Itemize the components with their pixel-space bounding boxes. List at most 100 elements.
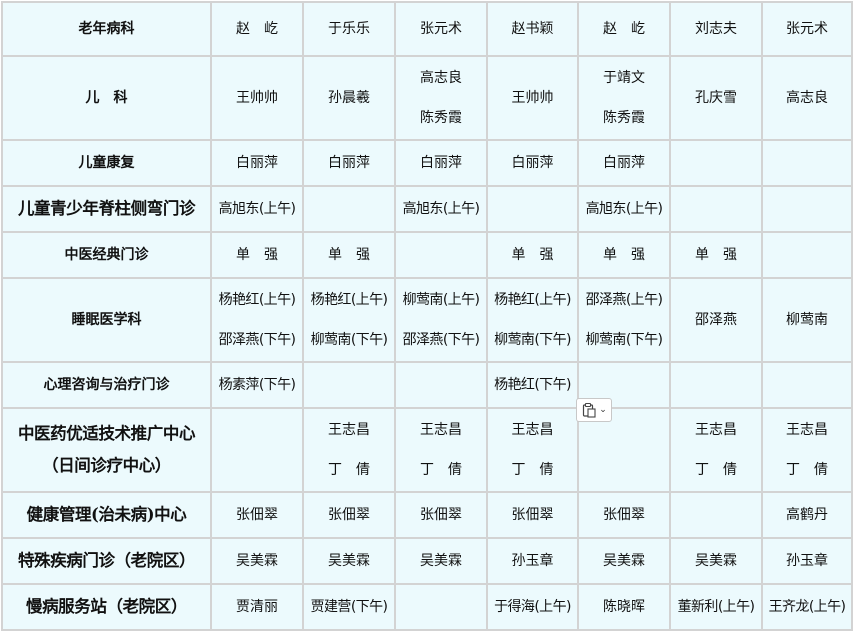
schedule-cell: 孙玉章 [486, 537, 579, 585]
doctor-name: 邵泽燕 [695, 312, 737, 328]
schedule-cell [761, 361, 853, 409]
doctor-name: 王帅帅 [511, 90, 554, 106]
doctor-name: 董新利(上午) [677, 599, 755, 615]
schedule-cell: 孙晨羲 [302, 55, 396, 141]
doctor-name: 吴美霖 [603, 553, 645, 569]
doctor-name: 王志昌 [420, 422, 462, 438]
department-name-line: 儿童青少年脊柱侧弯门诊 [17, 199, 196, 218]
schedule-cell: 王志昌丁 倩 [669, 407, 763, 493]
table-row: 儿童康复 白丽萍 白丽萍 白丽萍 白丽萍 白丽萍 [1, 139, 853, 187]
doctor-name: 柳莺南(下午) [585, 332, 663, 348]
schedule-cell: 吴美霖 [577, 537, 671, 585]
table-row: 健康管理(治未病)中心 张佃翠 张佃翠 张佃翠 张佃翠 张佃翠 高鹤丹 [1, 491, 853, 539]
doctor-name: 孙玉章 [511, 553, 554, 569]
schedule-cell: 王齐龙(上午) [761, 583, 853, 631]
schedule-cell: 张元术 [761, 1, 853, 57]
doctor-name: 高旭东(上午) [218, 201, 296, 217]
department-name-line: 健康管理(治未病)中心 [26, 505, 187, 524]
doctor-name: 王志昌 [328, 422, 370, 438]
department-name-line: 中医经典门诊 [64, 247, 149, 263]
doctor-name: 单 强 [603, 247, 645, 263]
department-name-line: 特殊疾病门诊（老院区） [17, 551, 196, 570]
schedule-cell: 赵 屹 [210, 1, 304, 57]
schedule-cell: 邵泽燕 [669, 277, 763, 363]
schedule-cell [394, 583, 488, 631]
schedule-cell: 于乐乐 [302, 1, 396, 57]
schedule-cell: 吴美霖 [394, 537, 488, 585]
doctor-name: 张佃翠 [236, 507, 278, 523]
doctor-name: 杨艳红(上午) [310, 292, 388, 308]
schedule-cell [669, 185, 763, 233]
schedule-cell: 王志昌丁 倩 [486, 407, 579, 493]
doctor-name: 杨艳红(上午) [218, 292, 296, 308]
schedule-cell: 吴美霖 [669, 537, 763, 585]
doctor-name: 吴美霖 [420, 553, 462, 569]
department-name: 老年病科 [1, 1, 212, 57]
department-name: 中医经典门诊 [1, 231, 212, 279]
schedule-cell: 张佃翠 [486, 491, 579, 539]
doctor-name: 王帅帅 [236, 90, 278, 106]
department-name: 儿童康复 [1, 139, 212, 187]
doctor-name: 于乐乐 [328, 21, 370, 37]
schedule-cell [669, 139, 763, 187]
schedule-cell: 贾建营(下午) [302, 583, 396, 631]
doctor-name: 白丽萍 [603, 155, 645, 171]
schedule-cell: 柳莺南 [761, 277, 853, 363]
schedule-cell: 柳莺南(上午) 邵泽燕(下午) [394, 277, 488, 363]
doctor-name: 王志昌 [695, 422, 737, 438]
doctor-name: 王志昌 [511, 422, 554, 438]
department-name: 健康管理(治未病)中心 [1, 491, 212, 539]
schedule-cell: 白丽萍 [210, 139, 304, 187]
schedule-cell: 高志良 陈秀霞 [394, 55, 488, 141]
schedule-cell [210, 407, 304, 493]
schedule-cell [302, 361, 396, 409]
schedule-cell: 邵泽燕(上午) 柳莺南(下午) [577, 277, 671, 363]
schedule-cell: 白丽萍 [577, 139, 671, 187]
doctor-name: 丁 倩 [420, 462, 462, 478]
schedule-cell: 高旭东(上午) [394, 185, 488, 233]
table-row: 儿 科 王帅帅 孙晨羲 高志良 陈秀霞 王帅帅 于靖文 陈秀霞 孔庆雪 高志良 [1, 55, 853, 141]
doctor-name: 邵泽燕(上午) [585, 292, 663, 308]
doctor-name: 柳莺南(下午) [310, 332, 388, 348]
schedule-cell: 张元术 [394, 1, 488, 57]
schedule-cell: 白丽萍 [394, 139, 488, 187]
schedule-cell: 于得海(上午) [486, 583, 579, 631]
doctor-name: 孙玉章 [786, 553, 828, 569]
doctor-name: 张佃翠 [511, 507, 554, 523]
doctor-name: 王志昌 [786, 422, 828, 438]
department-name: 心理咨询与治疗门诊 [1, 361, 212, 409]
schedule-cell [302, 185, 396, 233]
schedule-cell: 白丽萍 [486, 139, 579, 187]
schedule-cell: 董新利(上午) [669, 583, 763, 631]
schedule-cell: 张佃翠 [302, 491, 396, 539]
doctor-name: 张元术 [786, 21, 828, 37]
doctor-name: 张佃翠 [420, 507, 462, 523]
doctor-name: 赵 屹 [236, 21, 278, 37]
table-row: 中医药优适技术推广中心 （日间诊疗中心） 王志昌丁 倩王志昌丁 倩王志昌丁 倩王志昌… [1, 407, 853, 493]
department-name-line: 中医药优适技术推广中心 [17, 424, 196, 443]
doctor-name: 于得海(上午) [494, 599, 571, 615]
schedule-cell: 陈晓晖 [577, 583, 671, 631]
paste-options-button[interactable]: ⌄ [576, 398, 612, 422]
doctor-name: 单 强 [511, 247, 554, 263]
department-name-line: 慢病服务站（老院区） [25, 597, 187, 616]
doctor-name: 孙晨羲 [328, 90, 370, 106]
doctor-name: 张佃翠 [603, 507, 645, 523]
schedule-cell: 王志昌丁 倩 [394, 407, 488, 493]
schedule-cell: 吴美霖 [210, 537, 304, 585]
doctor-name: 白丽萍 [328, 155, 370, 171]
doctor-name: 白丽萍 [236, 155, 278, 171]
schedule-cell: 杨艳红(上午) 柳莺南(下午) [302, 277, 396, 363]
doctor-name: 高旭东(上午) [585, 201, 663, 217]
schedule-cell: 张佃翠 [577, 491, 671, 539]
doctor-name: 杨艳红(上午) [494, 292, 571, 308]
schedule-cell: 高旭东(上午) [577, 185, 671, 233]
schedule-cell [394, 231, 488, 279]
doctor-name: 单 强 [695, 247, 737, 263]
schedule-cell: 单 强 [486, 231, 579, 279]
schedule-cell: 刘志夫 [669, 1, 763, 57]
table-row: 中医经典门诊 单 强 单 强 单 强 单 强 单 强 [1, 231, 853, 279]
schedule-cell: 赵书颖 [486, 1, 579, 57]
schedule-cell: 王志昌丁 倩 [302, 407, 396, 493]
doctor-name: 陈秀霞 [603, 110, 645, 126]
